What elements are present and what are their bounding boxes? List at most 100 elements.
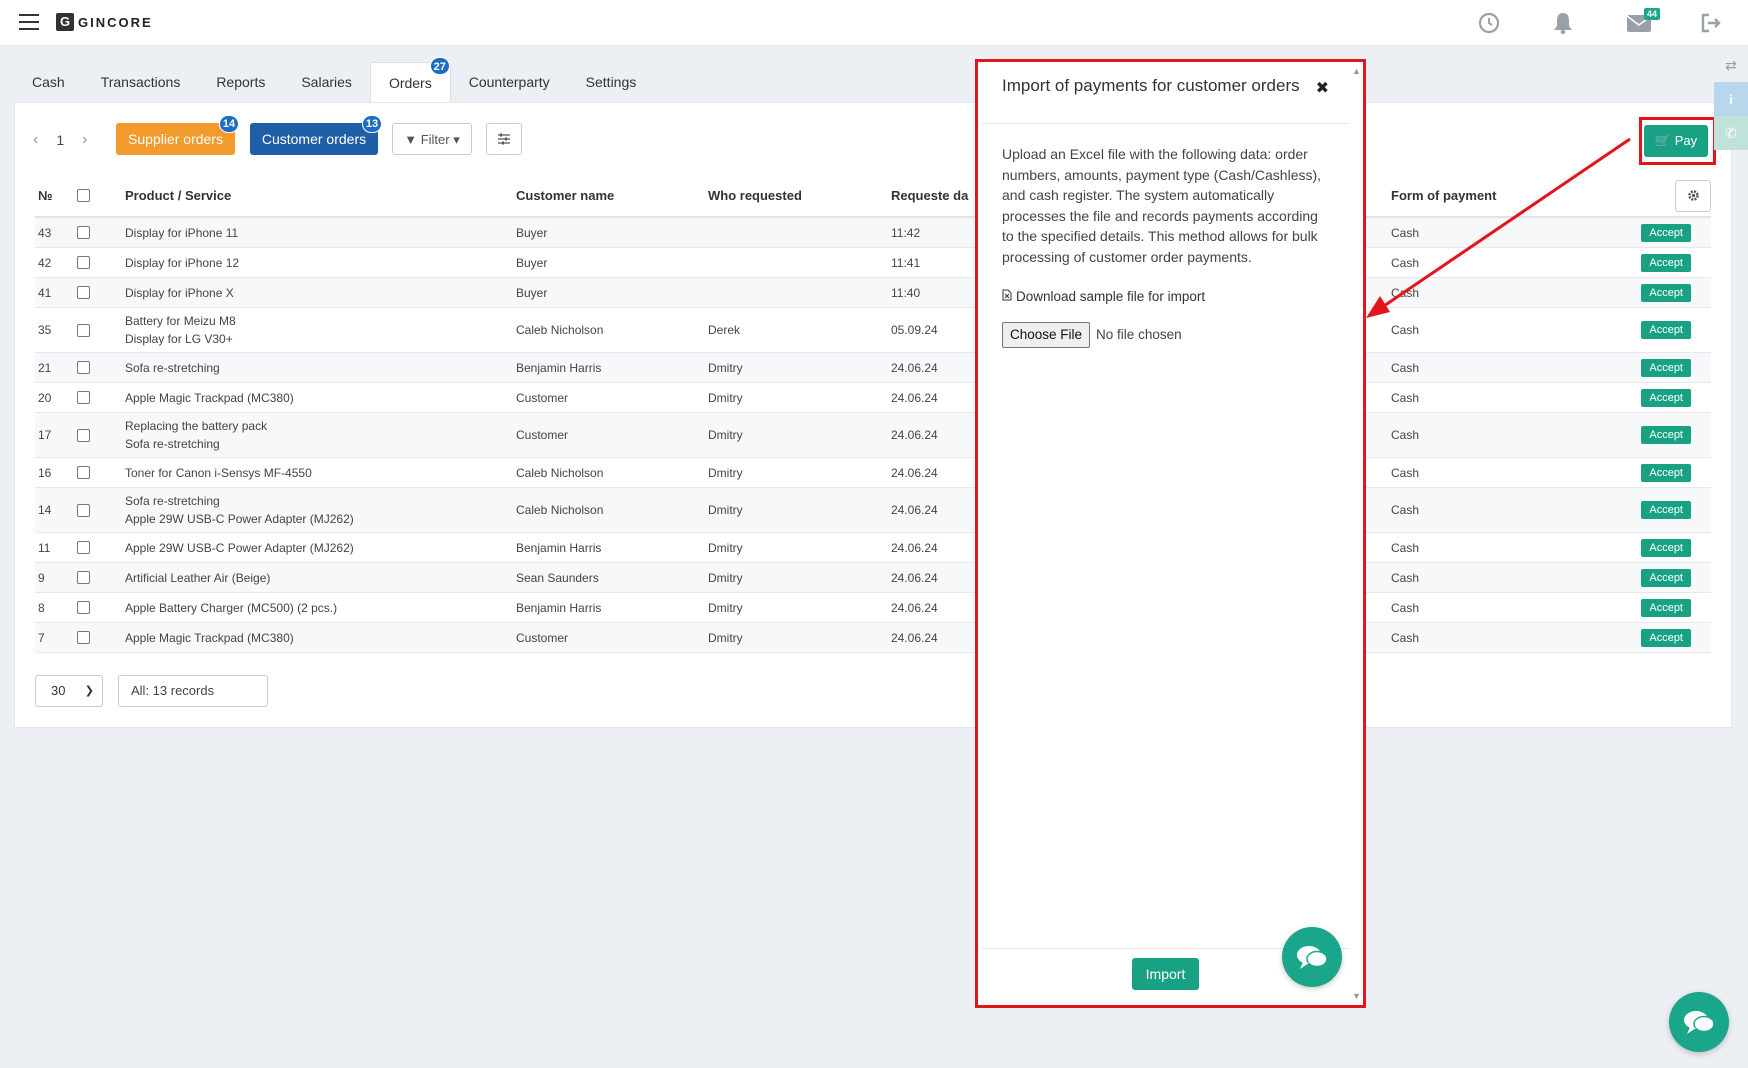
close-icon[interactable]: ✖ — [1316, 78, 1329, 98]
table-row[interactable]: 14 Sofa re-stretching Apple 29W USB-C Pow… — [35, 488, 1711, 533]
select-all-checkbox[interactable] — [76, 189, 90, 202]
action-cell: Accept — [1631, 463, 1711, 482]
accept-button[interactable]: Accept — [1641, 598, 1691, 617]
table-row[interactable]: 41 Display for iPhone X Buyer 11:40 Cash… — [35, 278, 1711, 308]
app-logo[interactable]: G GINCORE — [56, 13, 153, 31]
accept-button[interactable]: Accept — [1641, 388, 1691, 407]
accept-button[interactable]: Accept — [1641, 321, 1691, 339]
column-settings-button[interactable] — [486, 123, 522, 155]
next-page-icon[interactable]: › — [82, 131, 87, 149]
logout-icon[interactable] — [1698, 10, 1724, 36]
row-checkbox[interactable] — [76, 391, 90, 404]
product-name: Sofa re-stretching — [125, 494, 220, 508]
tab-salaries[interactable]: Salaries — [283, 62, 370, 103]
customer-name: Buyer — [516, 225, 548, 240]
table-row[interactable]: 21 Sofa re-stretching Benjamin Harris Dm… — [35, 353, 1711, 383]
choose-file-button[interactable]: Choose File — [1002, 321, 1091, 348]
who-requested: Dmitry — [708, 540, 743, 555]
row-checkbox[interactable] — [76, 286, 90, 299]
phone-icon[interactable]: ✆ — [1714, 116, 1748, 150]
product-name: Apple Battery Charger (MC500) (2 pcs.) — [125, 600, 338, 615]
tab-label: Settings — [585, 74, 637, 90]
table-row[interactable]: 16 Toner for Canon i-Sensys MF-4550 Cale… — [35, 458, 1711, 488]
records-count: All: 13 records — [118, 675, 268, 707]
row-checkbox[interactable] — [76, 503, 90, 517]
who-requested: Dmitry — [708, 503, 743, 517]
accept-button[interactable]: Accept — [1641, 253, 1691, 272]
page-number[interactable]: 1 — [56, 132, 64, 148]
table-row[interactable]: 42 Display for iPhone 12 Buyer 11:41 Cas… — [35, 248, 1711, 278]
supplier-orders-button[interactable]: Supplier orders 14 — [116, 115, 239, 155]
accept-button[interactable]: Accept — [1641, 628, 1691, 647]
accept-button[interactable]: Accept — [1641, 568, 1691, 587]
row-checkbox[interactable] — [76, 571, 90, 584]
row-select-cell — [55, 323, 111, 337]
accept-button[interactable]: Accept — [1641, 426, 1691, 444]
tab-reports[interactable]: Reports — [198, 62, 283, 103]
chat-bubble-icon[interactable] — [1282, 927, 1342, 987]
tab-settings[interactable]: Settings — [568, 62, 655, 103]
table-row[interactable]: 17 Replacing the battery pack Sofa re-str… — [35, 413, 1711, 458]
accept-button[interactable]: Accept — [1641, 358, 1691, 377]
table-row[interactable]: 7 Apple Magic Trackpad (MC380) Customer … — [35, 623, 1711, 653]
form-of-payment: Cash — [1391, 428, 1420, 442]
prev-page-icon[interactable]: ‹ — [33, 131, 38, 149]
col-customer[interactable]: Customer name — [516, 188, 708, 203]
accept-button[interactable]: Accept — [1641, 463, 1691, 482]
button-label: Supplier orders — [128, 131, 223, 147]
tab-cash[interactable]: Cash — [14, 62, 83, 103]
row-checkbox[interactable] — [76, 226, 90, 239]
row-checkbox[interactable] — [76, 601, 90, 614]
table-row[interactable]: 20 Apple Magic Trackpad (MC380) Customer… — [35, 383, 1711, 413]
excel-file-icon — [1002, 287, 1012, 308]
col-who-requested[interactable]: Who requested — [708, 188, 891, 203]
accept-button[interactable]: Accept — [1641, 223, 1691, 242]
clock-icon[interactable] — [1476, 10, 1502, 36]
page-size-select[interactable]: 30 ❯ — [35, 675, 103, 707]
table-row[interactable]: 35 Battery for Meizu M8 Display for LG V3… — [35, 308, 1711, 353]
gear-icon[interactable] — [1675, 179, 1711, 212]
row-checkbox[interactable] — [76, 466, 90, 479]
import-button[interactable]: Import — [1132, 958, 1199, 990]
mail-icon[interactable]: 44 — [1626, 8, 1660, 36]
accept-button[interactable]: Accept — [1641, 283, 1691, 302]
tab-orders[interactable]: Orders 27 — [369, 57, 451, 103]
accept-button[interactable]: Accept — [1641, 538, 1691, 557]
row-select-cell — [55, 503, 111, 517]
accept-button[interactable]: Accept — [1641, 501, 1691, 519]
product-name: Toner for Canon i-Sensys MF-4550 — [125, 465, 312, 480]
bell-icon[interactable] — [1550, 10, 1576, 36]
col-product[interactable]: Product / Service — [111, 187, 516, 205]
row-checkbox[interactable] — [76, 541, 90, 554]
row-select-cell — [55, 601, 111, 614]
download-label: Download sample file for import — [1016, 289, 1206, 304]
col-form-of-payment[interactable]: Form of payment — [1391, 188, 1631, 203]
customer-orders-button[interactable]: Customer orders 13 — [250, 115, 382, 155]
shuffle-icon[interactable]: ⇄ — [1714, 48, 1748, 82]
row-checkbox[interactable] — [76, 428, 90, 442]
info-icon[interactable]: i — [1714, 82, 1748, 116]
pay-button[interactable]: 🛒 Pay — [1644, 125, 1708, 157]
row-checkbox[interactable] — [76, 256, 90, 269]
tab-counterparty[interactable]: Counterparty — [451, 62, 568, 103]
filter-button[interactable]: ▼ Filter ▾ — [392, 123, 472, 155]
tab-transactions[interactable]: Transactions — [83, 62, 199, 103]
table-row[interactable]: 9 Artificial Leather Air (Beige) Sean Sa… — [35, 563, 1711, 593]
download-sample-link[interactable]: Download sample file for import — [1002, 287, 1332, 308]
form-of-payment: Cash — [1391, 390, 1420, 405]
table-row[interactable]: 11 Apple 29W USB-C Power Adapter (MJ262)… — [35, 533, 1711, 563]
row-checkbox[interactable] — [76, 323, 90, 337]
action-cell: Accept — [1631, 358, 1711, 377]
scroll-down-icon[interactable]: ▼ — [1352, 991, 1361, 1001]
scroll-up-icon[interactable]: ▲ — [1352, 66, 1361, 76]
tab-label: Orders — [388, 75, 432, 91]
product-cell: Display for iPhone X — [111, 284, 516, 302]
import-payments-modal: Import of payments for customer orders ✖… — [975, 59, 1366, 1008]
modal-scrollbar[interactable]: ▲ ▼ — [1351, 66, 1361, 1001]
row-checkbox[interactable] — [76, 361, 90, 374]
table-row[interactable]: 43 Display for iPhone 11 Buyer 11:42 Cas… — [35, 218, 1711, 248]
table-row[interactable]: 8 Apple Battery Charger (MC500) (2 pcs.)… — [35, 593, 1711, 623]
row-checkbox[interactable] — [76, 631, 90, 644]
menu-icon[interactable] — [19, 14, 39, 30]
chat-bubble-icon[interactable] — [1669, 992, 1729, 1052]
